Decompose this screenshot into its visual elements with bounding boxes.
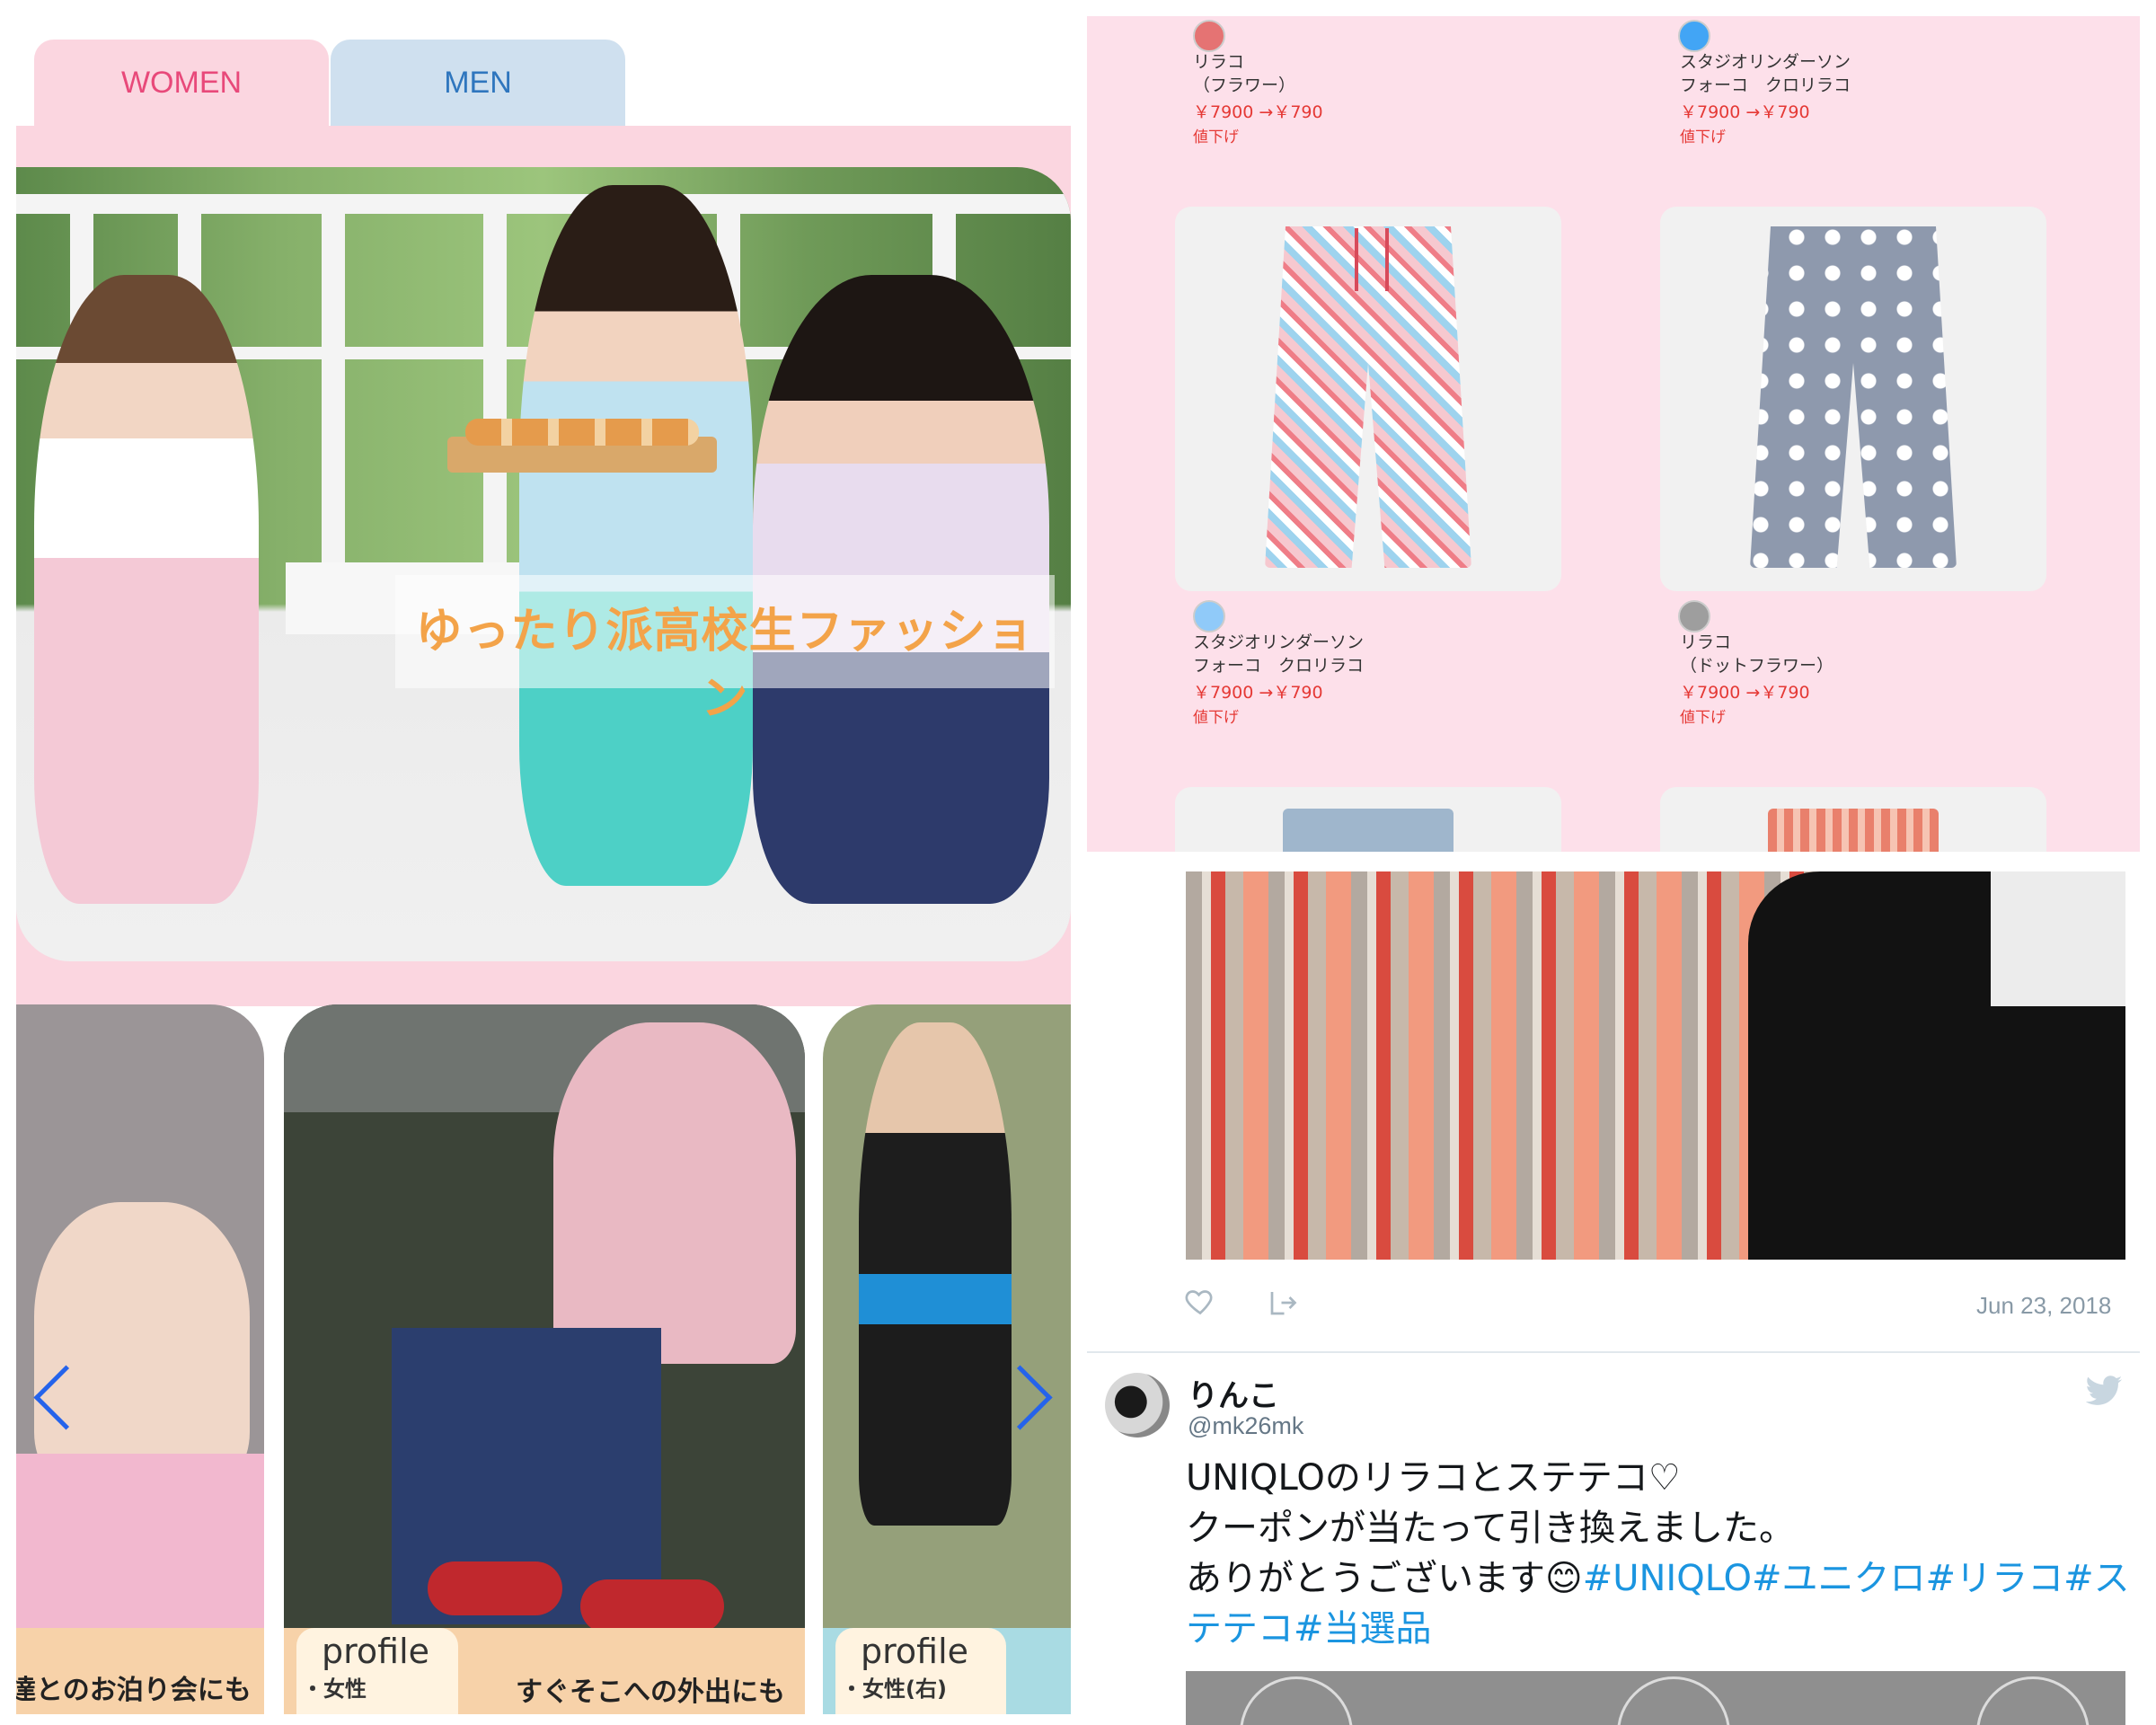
product-avatar xyxy=(1678,600,1710,632)
donuts xyxy=(465,419,699,446)
product-avatar xyxy=(1193,600,1225,632)
hashtag-link[interactable]: #UNIQLO#ユニクロ#リラコ#ス xyxy=(1583,1558,2130,1599)
product-image[interactable] xyxy=(1175,207,1561,591)
product-sale-badge: 値下げ xyxy=(1680,128,1726,146)
card-footer: profile ・女性 すぐそこへの外出にも xyxy=(284,1628,805,1714)
avatar[interactable] xyxy=(1105,1373,1170,1438)
profile-sub: ・女性 xyxy=(302,1676,367,1702)
person-center xyxy=(519,185,753,886)
product-name[interactable]: スタジオリンダーソン xyxy=(1680,50,1851,74)
product-grid: リラコ （フラワー） ￥7900 →￥790 値下げ スタジオリンダーソン フォ… xyxy=(1087,16,2140,852)
carousel-card[interactable]: profile ・女性(右) xyxy=(823,1004,1071,1714)
product-avatar xyxy=(1678,20,1710,52)
hero-image[interactable] xyxy=(16,167,1071,961)
product-sale-badge: 値下げ xyxy=(1193,128,1239,146)
photo-stamp xyxy=(1617,1676,1730,1725)
tweet-text-line: クーポンが当たって引き換えました。 xyxy=(1186,1508,1795,1549)
bowling-shoe xyxy=(580,1579,724,1633)
hero-caption: ゆったり派高校生ファッション xyxy=(415,605,1035,726)
profile-box: profile ・女性 xyxy=(296,1628,458,1714)
pants-blue xyxy=(1283,809,1454,852)
profile-box: profile ・女性(右) xyxy=(835,1628,1006,1714)
card-footer: profile ・女性(右) xyxy=(823,1628,1071,1714)
card-bedding xyxy=(16,1454,264,1633)
tweet-text-line: UNIQLOのリラコとステテコ♡ xyxy=(1186,1457,1681,1499)
smile-emoji-icon: 😊 xyxy=(1545,1558,1583,1599)
tweet-author-handle[interactable]: @mk26mk xyxy=(1188,1412,1303,1440)
product-image[interactable] xyxy=(1660,787,2046,852)
photo-stamp xyxy=(1240,1676,1353,1725)
photo-stamp xyxy=(1976,1676,2090,1725)
product-name-sub: （フラワー） xyxy=(1193,75,1296,95)
tweet-photo[interactable] xyxy=(1186,871,2125,1260)
carousel-card[interactable]: 達とのお泊り会にも xyxy=(16,1004,264,1714)
tweet-photo[interactable] xyxy=(1186,1671,2125,1725)
product-image[interactable] xyxy=(1175,787,1561,852)
card-person xyxy=(859,1022,1012,1526)
bowling-shoe xyxy=(428,1561,562,1615)
profile-title: profile xyxy=(861,1632,969,1671)
share-icon[interactable] xyxy=(1267,1287,1299,1319)
product-name-sub: フォーコ クロリラコ xyxy=(1193,656,1365,676)
tweet-author-name[interactable]: りんこ xyxy=(1188,1371,1279,1415)
pants-stripe xyxy=(1768,809,1939,852)
profile-title: profile xyxy=(322,1632,430,1671)
product-price: ￥7900 →￥790 xyxy=(1680,683,1810,703)
product-name[interactable]: スタジオリンダーソン xyxy=(1193,631,1364,654)
card-footer: 達とのお泊り会にも xyxy=(16,1628,264,1714)
card-person xyxy=(553,1022,796,1364)
product-image[interactable] xyxy=(1660,207,2046,591)
railing-top xyxy=(16,194,1071,214)
product-sale-badge: 値下げ xyxy=(1193,709,1239,727)
product-name[interactable]: リラコ xyxy=(1193,50,1244,74)
tweet-date[interactable]: Jun 23, 2018 xyxy=(1976,1292,2111,1320)
railing-post xyxy=(322,194,345,571)
product-price: ￥7900 →￥790 xyxy=(1680,102,1810,122)
tweet-text-line: ありがとうございます😊#UNIQLO#ユニクロ#リラコ#ス xyxy=(1186,1549,2130,1601)
card-caption: すぐそこへの外出にも xyxy=(516,1676,785,1708)
product-name[interactable]: リラコ xyxy=(1680,631,1731,654)
product-sale-badge: 値下げ xyxy=(1680,709,1726,727)
twitter-bird-icon[interactable] xyxy=(2084,1375,2124,1409)
product-price: ￥7900 →￥790 xyxy=(1193,102,1323,122)
divider xyxy=(1087,1351,2140,1353)
product-price: ￥7900 →￥790 xyxy=(1193,683,1323,703)
tweet-photo-tag xyxy=(1991,871,2125,1006)
profile-sub: ・女性(右) xyxy=(841,1676,947,1702)
hashtag-link[interactable]: テテコ#当選品 xyxy=(1186,1599,1432,1651)
card-caption: 達とのお泊り会にも xyxy=(16,1675,252,1706)
tweet-text: ありがとうございます xyxy=(1186,1558,1545,1599)
card-person xyxy=(34,1202,250,1490)
product-avatar xyxy=(1193,20,1225,52)
tab-men[interactable]: MEN xyxy=(331,40,625,126)
tab-women[interactable]: WOMEN xyxy=(34,40,329,126)
product-name-sub: フォーコ クロリラコ xyxy=(1680,75,1851,95)
drawstring xyxy=(1355,228,1389,291)
product-name-sub: （ドットフラワー） xyxy=(1680,656,1834,676)
carousel-card[interactable]: profile ・女性 すぐそこへの外出にも xyxy=(284,1004,805,1714)
railing-post xyxy=(483,194,507,571)
pants-floral-grey xyxy=(1750,226,1957,568)
heart-icon[interactable] xyxy=(1184,1285,1216,1317)
person-left xyxy=(34,275,259,904)
